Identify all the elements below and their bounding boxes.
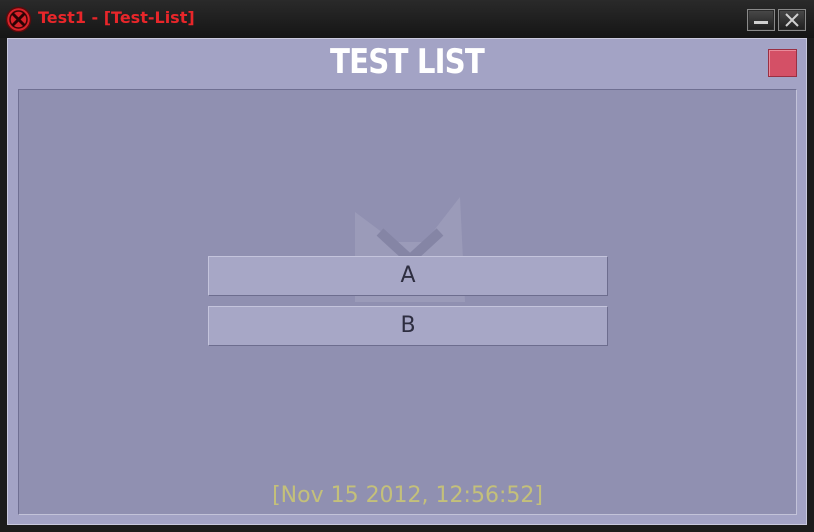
timestamp-label: [Nov 15 2012, 12:56:52] xyxy=(272,483,543,508)
list-item-a-button[interactable]: A xyxy=(208,256,608,296)
page-title: TEST LIST xyxy=(330,42,485,82)
app-x-icon[interactable] xyxy=(5,6,32,33)
red-status-button[interactable] xyxy=(768,49,797,77)
list-item-b-button[interactable]: B xyxy=(208,306,608,346)
minimize-button[interactable] xyxy=(747,9,775,31)
list-panel: A B [Nov 15 2012, 12:56:52] xyxy=(18,89,797,515)
window-title: Test1 - [Test-List] xyxy=(38,8,195,27)
client-area: TEST LIST A B [Nov 15 2012, 12:56:52] xyxy=(7,38,807,525)
app-window: Test1 - [Test-List] TEST LIST A B [Nov 1… xyxy=(0,0,814,532)
close-button[interactable] xyxy=(778,9,806,31)
title-bar[interactable]: Test1 - [Test-List] xyxy=(0,0,814,38)
